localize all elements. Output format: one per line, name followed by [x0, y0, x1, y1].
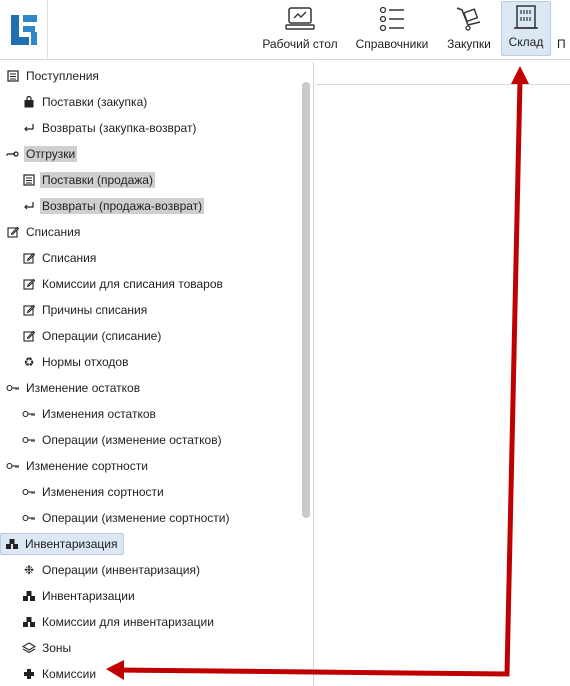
- logo-icon: [10, 14, 37, 45]
- tree-item-writeoffs[interactable]: Списания: [0, 245, 96, 271]
- tree-item-stock-change-operations[interactable]: Операции (изменение остатков): [0, 427, 222, 453]
- tree-scrollbar[interactable]: [302, 82, 310, 518]
- toolbar-purchases-label: Закупки: [447, 37, 491, 51]
- tree-item-zones[interactable]: Зоны: [0, 635, 71, 661]
- tree-item-label: Возвраты (закупка-возврат): [42, 121, 197, 135]
- key-icon: [22, 433, 36, 447]
- toolbar-next-label: П: [557, 37, 566, 51]
- tree-group-label: Изменение остатков: [26, 381, 141, 395]
- cart-icon: [454, 5, 484, 33]
- edit-icon: [6, 225, 20, 239]
- tree-group-receipts[interactable]: Поступления: [0, 63, 99, 89]
- tree-group-label: Инвентаризация: [25, 537, 118, 551]
- tree-item-label: Операции (изменение остатков): [42, 433, 222, 447]
- toolbar-warehouse-button[interactable]: Склад: [501, 1, 551, 56]
- edit-icon: [22, 277, 36, 291]
- navigation-tree: Поступления Поставки (закупка) Возвраты …: [0, 62, 314, 686]
- layers-icon: [22, 641, 36, 655]
- tree-item-label: Списания: [42, 251, 97, 265]
- tree-item-writeoff-reasons[interactable]: Причины списания: [0, 297, 147, 323]
- tree-item-inventory-operations[interactable]: ❉ Операции (инвентаризация): [0, 557, 200, 583]
- tree-item-label: Инвентаризации: [42, 589, 135, 603]
- tree-group-writeoffs[interactable]: Списания: [0, 219, 80, 245]
- content-pane: [315, 62, 570, 686]
- tree-item-label: Изменения остатков: [42, 407, 156, 421]
- puzzle-icon: [22, 667, 36, 681]
- tree-item-label: Изменения сортности: [42, 485, 164, 499]
- tree-item-stock-changes[interactable]: Изменения остатков: [0, 401, 156, 427]
- tree-item-grade-changes[interactable]: Изменения сортности: [0, 479, 164, 505]
- edit-icon: [22, 303, 36, 317]
- tree-group-label: Поступления: [26, 69, 99, 83]
- tree-item-label: Операции (инвентаризация): [42, 563, 200, 577]
- toolbar-desktop-label: Рабочий стол: [262, 37, 338, 51]
- document-list-icon: [6, 69, 20, 83]
- tree-item-label: Комиссии для инвентаризации: [42, 615, 214, 629]
- tree-item-sales-returns[interactable]: Возвраты (продажа-возврат): [0, 193, 205, 219]
- key-icon: [22, 407, 36, 421]
- tree-item-commissions[interactable]: Комиссии: [0, 661, 96, 686]
- toolbar-references-label: Справочники: [355, 37, 429, 51]
- content-header-divider: [315, 84, 570, 85]
- tree-item-label: Комиссии для списания товаров: [42, 277, 223, 291]
- edit-icon: [22, 329, 36, 343]
- key-icon: [22, 511, 36, 525]
- tree-group-inventory[interactable]: Инвентаризация: [0, 531, 125, 557]
- tree-item-writeoff-operations[interactable]: Операции (списание): [0, 323, 161, 349]
- key-icon: [6, 459, 20, 473]
- tree-item-label: Нормы отходов: [42, 355, 129, 369]
- bag-icon: [22, 95, 36, 109]
- tree-group-label: Отгрузки: [24, 146, 78, 162]
- tree-item-purchase-deliveries[interactable]: Поставки (закупка): [0, 89, 147, 115]
- toolbar-desktop-button[interactable]: Рабочий стол: [258, 0, 342, 57]
- tree-group-label: Списания: [26, 225, 81, 239]
- list-icon: [377, 5, 407, 33]
- tree-group-shipments[interactable]: Отгрузки: [0, 141, 78, 167]
- toolbar-references-button[interactable]: Справочники: [350, 0, 434, 57]
- main-toolbar: Рабочий стол Справочники Закупки Склад П: [0, 0, 570, 60]
- boxes-icon: [22, 589, 36, 603]
- tree-item-sales-deliveries[interactable]: Поставки (продажа): [0, 167, 155, 193]
- tree-item-label: Операции (списание): [42, 329, 162, 343]
- boxes-icon: [22, 615, 36, 629]
- tree-group-grade-changes[interactable]: Изменение сортности: [0, 453, 148, 479]
- toolbar-warehouse-label: Склад: [508, 35, 544, 49]
- tree-item-purchase-returns[interactable]: Возвраты (закупка-возврат): [0, 115, 196, 141]
- tree-item-inventory-commissions[interactable]: Комиссии для инвентаризации: [0, 609, 214, 635]
- tree-item-label: Возвраты (продажа-возврат): [40, 198, 205, 214]
- tree-item-inventories[interactable]: Инвентаризации: [0, 583, 135, 609]
- tree-group-label: Изменение сортности: [26, 459, 148, 473]
- tree-selected-highlight: Инвентаризация: [0, 533, 125, 555]
- tree-item-label: Поставки (продажа): [40, 172, 155, 188]
- gear-icon: ❉: [23, 563, 35, 577]
- monitor-icon: [285, 5, 315, 33]
- return-arrow-icon: [22, 121, 36, 135]
- tree-group-stock-changes[interactable]: Изменение остатков: [0, 375, 140, 401]
- truck-icon: [6, 147, 20, 161]
- warehouse-icon: [511, 3, 541, 31]
- tree-item-label: Поставки (закупка): [42, 95, 148, 109]
- toolbar-next-button[interactable]: П: [557, 0, 570, 57]
- toolbar-purchases-button[interactable]: Закупки: [442, 0, 496, 57]
- edit-icon: [22, 251, 36, 265]
- tree-item-label: Комиссии: [42, 667, 97, 681]
- return-arrow-icon: [22, 199, 36, 213]
- tree-item-label: Причины списания: [42, 303, 148, 317]
- tree-item-label: Зоны: [42, 641, 72, 655]
- recycle-icon: ♻: [23, 355, 35, 369]
- tree-item-grade-change-operations[interactable]: Операции (изменение сортности): [0, 505, 229, 531]
- app-logo: [0, 0, 48, 59]
- tree-item-label: Операции (изменение сортности): [42, 511, 230, 525]
- tree-item-writeoff-commissions[interactable]: Комиссии для списания товаров: [0, 271, 223, 297]
- boxes-icon: [5, 537, 19, 551]
- tree-item-waste-norms[interactable]: ♻ Нормы отходов: [0, 349, 129, 375]
- key-icon: [22, 485, 36, 499]
- key-icon: [6, 381, 20, 395]
- document-list-icon: [22, 173, 36, 187]
